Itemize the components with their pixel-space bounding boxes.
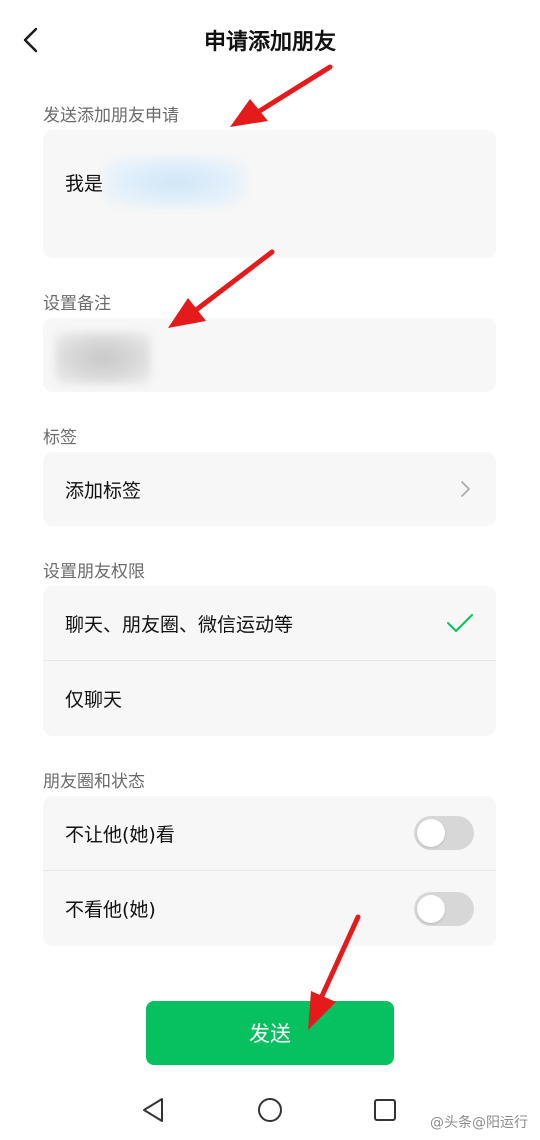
permissions-card: 聊天、朋友圈、微信运动等 仅聊天 (43, 586, 496, 736)
nav-home-icon[interactable] (254, 1094, 286, 1126)
hide-their-moments-toggle[interactable] (414, 891, 474, 926)
permission-option-label: 聊天、朋友圈、微信运动等 (65, 613, 294, 636)
toggle-label: 不让他(她)看 (65, 823, 175, 846)
add-tag-row[interactable]: 添加标签 (43, 452, 496, 526)
nav-recents-icon[interactable] (369, 1094, 401, 1126)
send-button[interactable]: 发送 (146, 1001, 394, 1065)
toggle-row-hide-their-moments: 不看他(她) (43, 871, 496, 946)
hide-my-moments-toggle[interactable] (414, 816, 474, 850)
watermark: @头条@阳运行 (430, 1115, 528, 1131)
tags-section-label: 标签 (43, 428, 77, 448)
remark-section-label: 设置备注 (43, 294, 111, 314)
header-bar: 申请添加朋友 (0, 0, 540, 80)
add-tag-label: 添加标签 (65, 479, 142, 502)
redacted-remark (55, 332, 151, 384)
chevron-right-icon (461, 481, 470, 497)
permission-option-chat-only[interactable]: 仅聊天 (43, 661, 496, 736)
toggle-label: 不看他(她) (65, 899, 156, 921)
red-arrow-icon (168, 249, 275, 328)
permissions-section-label: 设置朋友权限 (43, 562, 145, 582)
checkmark-icon (447, 614, 473, 632)
page-title: 申请添加朋友 (203, 30, 336, 55)
permission-option-all[interactable]: 聊天、朋友圈、微信运动等 (43, 586, 496, 661)
remark-input[interactable] (43, 318, 496, 392)
request-section-label: 发送添加朋友申请 (43, 106, 179, 126)
permission-option-label: 仅聊天 (65, 689, 123, 711)
request-message-text: 我是 (65, 172, 104, 195)
redacted-name (105, 156, 246, 208)
moments-card: 不让他(她)看 不看他(她) (43, 796, 496, 946)
moments-section-label: 朋友圈和状态 (43, 772, 145, 792)
toggle-row-hide-my-moments: 不让他(她)看 (43, 796, 496, 871)
request-message-input[interactable]: 我是 (43, 130, 496, 258)
nav-back-icon[interactable] (138, 1094, 170, 1126)
